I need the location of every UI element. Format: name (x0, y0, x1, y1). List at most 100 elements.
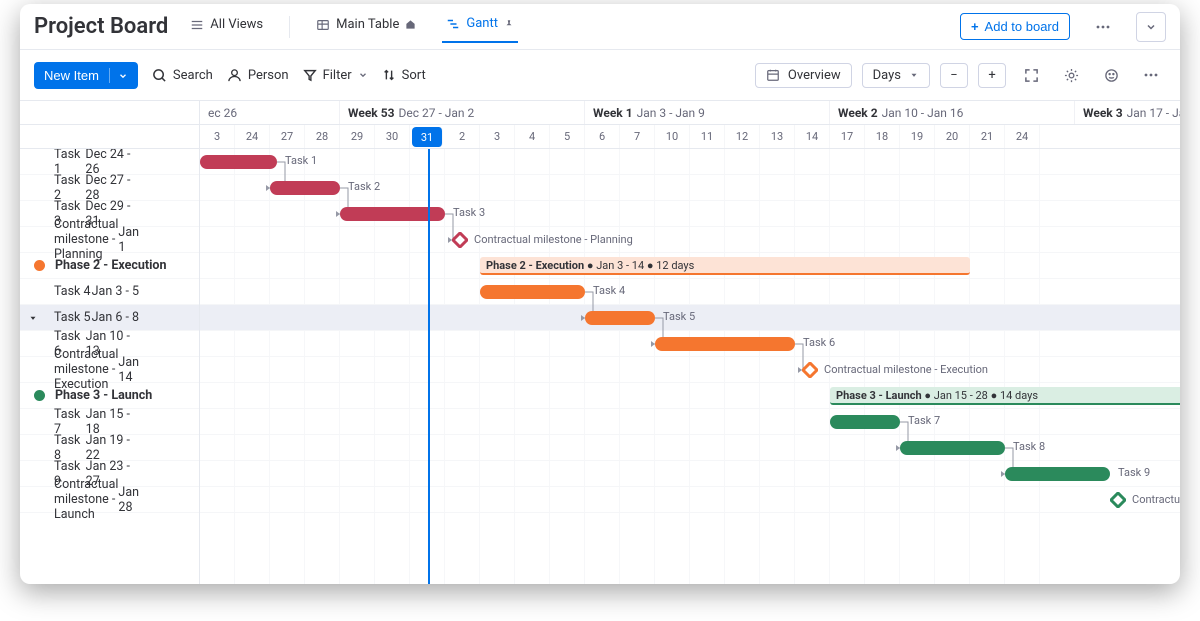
gantt-grid[interactable]: Task 1 Task 2 Task 3 Contractual milestone … (200, 149, 1180, 584)
sort-button[interactable]: Sort (382, 68, 426, 83)
day-header-cell: 2 (445, 125, 480, 148)
day-header-cell: 4 (515, 125, 550, 148)
task-row[interactable]: Task 1Dec 24 - 26 (20, 149, 199, 175)
week-header-cell: Week 1 Jan 3 - Jan 9 (585, 101, 830, 124)
milestone-row[interactable]: Contractual milestone - PlanningJan 1 (20, 227, 199, 253)
milestone-marker[interactable]: Contractual milestone - Planning (452, 232, 468, 248)
day-header-cell: 12 (725, 125, 760, 148)
toolbar: New Item Search Person Filter Sort Over (20, 50, 1180, 101)
week-header: ec 26Week 53 Dec 27 - Jan 2Week 1 Jan 3 … (200, 101, 1180, 125)
gantt-bar[interactable]: Task 9 (1005, 467, 1110, 481)
feedback-button[interactable] (1096, 60, 1126, 90)
gear-icon (1064, 68, 1079, 83)
bar-label: Task 1 (285, 154, 317, 167)
new-item-label: New Item (44, 68, 99, 83)
calendar-icon (766, 68, 780, 82)
view-tabs: All Views Main Table Gantt (186, 10, 518, 43)
day-header-cell: 24 (1005, 125, 1040, 148)
overview-label: Overview (788, 68, 841, 83)
tab-all-views-label: All Views (210, 17, 263, 32)
expand-icon (1024, 68, 1039, 83)
tab-divider (289, 16, 290, 38)
milestone-label: Contractual milestone - Planning (474, 233, 633, 246)
pin-icon (504, 19, 514, 29)
table-icon (316, 18, 330, 32)
smile-icon (1104, 68, 1119, 83)
tab-all-views[interactable]: All Views (186, 11, 267, 42)
fullscreen-button[interactable] (1016, 60, 1046, 90)
search-icon (152, 68, 167, 83)
overview-button[interactable]: Overview (755, 63, 852, 88)
day-header-cell: 11 (690, 125, 725, 148)
day-header-cell: 13 (760, 125, 795, 148)
day-header-cell: 6 (585, 125, 620, 148)
day-header-cell: 17 (830, 125, 865, 148)
gantt-bar[interactable]: Task 7 (830, 415, 900, 429)
search-button[interactable]: Search (152, 68, 213, 83)
more-menu-button[interactable] (1088, 12, 1118, 42)
bar-label: Task 3 (453, 206, 485, 219)
gantt-bar[interactable]: Task 1 (200, 155, 277, 169)
minus-icon: − (950, 68, 957, 83)
plus-icon: + (988, 68, 995, 83)
gantt-bar[interactable]: Task 4 (480, 285, 585, 299)
gantt-bar[interactable]: Task 2 (270, 181, 340, 195)
add-to-board-button[interactable]: + Add to board (960, 13, 1070, 40)
zoom-select[interactable]: Days (862, 63, 930, 88)
zoom-in-button[interactable]: + (978, 63, 1006, 88)
tab-gantt[interactable]: Gantt (442, 10, 518, 43)
milestone-marker[interactable]: Contractual milestone - Execution (802, 362, 818, 378)
task-row[interactable]: Task 4Jan 3 - 5 (20, 279, 199, 305)
top-bar: Project Board All Views Main Table Gantt… (20, 4, 1180, 50)
gantt-bar[interactable]: Task 8 (900, 441, 1005, 455)
gantt-bar[interactable]: Task 5 (585, 311, 655, 325)
hamburger-icon (190, 18, 204, 32)
day-header-cell: 27 (270, 125, 305, 148)
chevron-down-icon (1145, 21, 1157, 33)
day-header-cell: 18 (865, 125, 900, 148)
timeline-area: Task 1Dec 24 - 26Task 2Dec 27 - 28 Task 3… (20, 101, 1180, 584)
left-day-header (20, 125, 199, 149)
person-icon (227, 68, 242, 83)
search-label: Search (173, 68, 213, 83)
expand-row-icon[interactable] (26, 313, 40, 323)
settings-button[interactable] (1056, 60, 1086, 90)
day-header-cell: 21 (970, 125, 1005, 148)
task-row[interactable]: Task 5Jan 6 - 8 (20, 305, 199, 331)
milestone-label: Contractual milestone - Execution (824, 363, 988, 376)
milestone-marker[interactable]: Contractual milestone - Launch (1110, 492, 1126, 508)
gantt-bar[interactable]: Task 6 (655, 337, 795, 351)
filter-icon (303, 68, 317, 82)
chevron-down-icon (358, 70, 368, 80)
board-title: Project Board (34, 14, 168, 39)
milestone-row[interactable]: Contractual milestone - ExecutionJan 14 (20, 357, 199, 383)
bar-label: Task 8 (1013, 440, 1045, 453)
milestone-row[interactable]: Contractual milestone - LaunchJan 28 (20, 487, 199, 513)
day-header-cell: 3 (200, 125, 235, 148)
day-header-cell: 28 (305, 125, 340, 148)
sort-icon (382, 68, 396, 82)
task-row[interactable]: Task 2Dec 27 - 28 (20, 175, 199, 201)
zoom-out-button[interactable]: − (940, 63, 968, 88)
more-button[interactable] (1136, 60, 1166, 90)
day-header-cell: 14 (795, 125, 830, 148)
phase-strip[interactable]: Phase 3 - Launch ● Jan 15 - 28 ● 14 days (830, 387, 1180, 405)
gantt-icon (446, 17, 460, 31)
task-row[interactable]: Task 8Jan 19 - 22 (20, 435, 199, 461)
add-to-board-label: Add to board (985, 19, 1059, 34)
person-filter-button[interactable]: Person (227, 68, 289, 83)
tab-main-table-label: Main Table (336, 17, 399, 32)
tab-main-table[interactable]: Main Table (312, 11, 420, 42)
day-header: 3242728293031234567101112131417181920212… (200, 125, 1180, 149)
new-item-button[interactable]: New Item (34, 62, 138, 89)
filter-button[interactable]: Filter (303, 68, 368, 83)
gantt-pane[interactable]: ec 26Week 53 Dec 27 - Jan 2Week 1 Jan 3 … (200, 101, 1180, 584)
dots-icon (1095, 19, 1111, 35)
phase-strip[interactable]: Phase 2 - Execution ● Jan 3 - 14 ● 12 da… (480, 257, 970, 275)
collapse-button[interactable] (1136, 12, 1166, 42)
dots-icon (1143, 67, 1159, 83)
plus-icon: + (971, 19, 979, 34)
week-header-cell: ec 26 (200, 101, 340, 124)
task-row[interactable]: Task 7Jan 15 - 18 (20, 409, 199, 435)
app-window: Project Board All Views Main Table Gantt… (20, 4, 1180, 584)
